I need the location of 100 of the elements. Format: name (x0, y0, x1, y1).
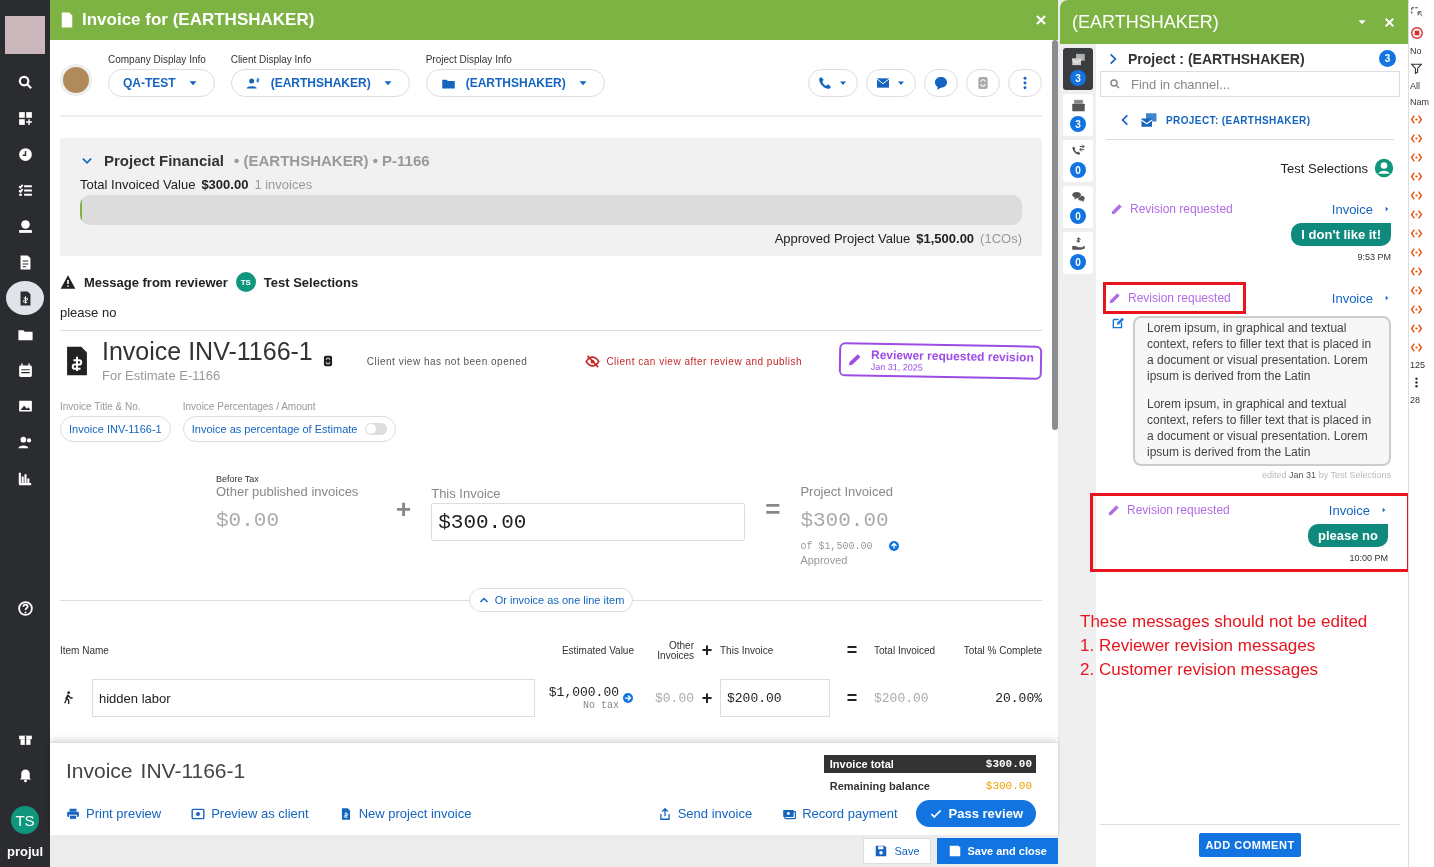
plus-sign: + (396, 494, 412, 525)
section-subtitle: • (EARTHSHAKER) • P-1166 (234, 152, 430, 169)
amount-field[interactable]: $300.00 (431, 503, 746, 541)
mail-icon (875, 75, 891, 91)
table-cell-text: 20.00% (994, 690, 1042, 706)
pencil-icon (1107, 503, 1121, 517)
item-name-field[interactable]: hidden labor (92, 679, 535, 717)
approved-note: (1COs) (980, 231, 1022, 246)
apply-button[interactable] (622, 692, 634, 704)
code-icon (1410, 322, 1423, 335)
view-status: Client view has not been opened (366, 355, 528, 367)
action-link[interactable]: Record payment (782, 806, 898, 821)
help-icon (16, 599, 34, 617)
toggle-switch[interactable] (365, 423, 388, 435)
calendar-icon (16, 361, 34, 379)
channel-tab[interactable]: 0 (1063, 186, 1093, 228)
invoice-link[interactable]: Invoice (1328, 502, 1388, 518)
strip-text: Nam (1410, 97, 1429, 107)
total-label: Total Invoiced Value (80, 177, 196, 192)
channel-tab[interactable]: 3 (1063, 48, 1093, 90)
invoice-link[interactable]: Invoice (1331, 201, 1391, 217)
invoice-number: INV-1166-1 (140, 759, 246, 784)
field-label: Invoice Title & No. (60, 401, 142, 412)
photo-placeholder (60, 64, 92, 96)
clock-icon (16, 145, 34, 163)
pass-review-button[interactable]: Pass review (915, 800, 1036, 827)
chat-icon (933, 75, 949, 91)
total-value: $300.00 (800, 509, 890, 532)
close-icon (1383, 15, 1396, 29)
table-cell-text: $200.00 (874, 690, 930, 706)
tax-note: No tax (583, 700, 619, 711)
revision-label: Revision requested (1130, 202, 1233, 216)
user-avatar[interactable]: TS (11, 806, 39, 834)
phone-button[interactable] (808, 69, 858, 97)
save-button[interactable]: Save (863, 838, 931, 864)
total-value: $300.00 (956, 755, 1036, 773)
channel-tab[interactable]: 0 (1063, 232, 1093, 274)
field-label: Invoice Percentages / Amount (182, 401, 317, 412)
approved-total: of $1,500.00 (800, 540, 873, 552)
code-icon (1410, 151, 1423, 164)
user-avatar-icon (1374, 158, 1394, 178)
table-cell-text: $0.00 (654, 690, 694, 706)
breadcrumb: PROJECT: (EARTHSHAKER) (1166, 114, 1311, 126)
column-header: Total % Complete (962, 645, 1042, 656)
message-card: Lorem ipsum, in graphical and textual context, refers to filler text that is placed in a document or visual presentation. Lorem ipsum is derived from the Latin Lorem ipsum, in graphical and textual context, refers to filler text that is placed in a document or visual presentation. Lorem ipsum is derived from the Latin (1133, 316, 1391, 466)
other-label: Other published invoices (216, 484, 360, 499)
invoice-title: Invoice INV-1166-1 (102, 339, 313, 364)
line-item-toggle[interactable]: Or invoice as one line item (468, 588, 634, 612)
channel-tab[interactable]: 3 (1063, 94, 1093, 136)
equals-sign: = (765, 494, 781, 525)
avatar-placeholder (5, 16, 45, 54)
add-comment-button[interactable]: ADD COMMENT (1199, 833, 1301, 857)
email-button[interactable] (866, 69, 916, 97)
preview-icon (191, 806, 206, 821)
column-header: Total Invoiced (874, 645, 937, 656)
code-icon (1410, 303, 1423, 316)
action-link[interactable]: Print preview (66, 806, 162, 821)
sync-icon (975, 75, 991, 91)
invoice-subtitle: For Estimate E-1166 (102, 368, 222, 383)
invoice-count: 1 invoices (254, 177, 313, 192)
strip-text: All (1410, 81, 1420, 91)
sidebar-item[interactable] (6, 281, 44, 315)
channel-tab[interactable]: 0 (1063, 140, 1093, 182)
code-icon (1410, 189, 1423, 202)
chat-button[interactable] (924, 69, 958, 97)
amount-field[interactable]: $200.00 (720, 679, 830, 717)
action-link[interactable]: Send invoice (657, 806, 753, 821)
display-info-dropdown[interactable]: QA-TEST (108, 69, 215, 97)
stop-icon (1410, 26, 1424, 40)
logo: projul (6, 844, 44, 859)
expand-button[interactable] (888, 540, 901, 552)
total-label: Project Invoiced (800, 484, 894, 499)
action-link[interactable]: New project invoice (338, 806, 472, 821)
share-icon (657, 806, 672, 821)
column-header: Estimated Value (560, 645, 634, 656)
panel-title: (EARTHSHAKER) (1072, 11, 1220, 33)
code-icon (1410, 246, 1423, 259)
code-icon (1410, 113, 1423, 126)
field-label: Company Display Info (108, 54, 207, 65)
invoice-link[interactable]: Invoice (1331, 290, 1391, 306)
reviewer-name: Test Selections (263, 274, 359, 290)
message-bubble: please no (1308, 524, 1388, 547)
revision-stamp: Reviewer requested revision Jan 31, 2025 (838, 342, 1043, 380)
code-icon (1410, 132, 1423, 145)
display-info-dropdown[interactable]: (EARTHSHAKER) (230, 69, 410, 97)
search-field[interactable]: Find in channel... (1100, 71, 1400, 97)
save-and-close-button[interactable]: Save and close (936, 838, 1058, 864)
display-info-dropdown[interactable]: (EARTHSHAKER) (425, 69, 605, 97)
action-link[interactable]: Preview as client (191, 806, 309, 821)
search-icon (16, 73, 34, 91)
client-icon (245, 75, 261, 91)
code-icon (1410, 265, 1423, 278)
total-value: $300.00 (201, 177, 249, 192)
phone-icon (817, 75, 833, 91)
code-icon (1410, 208, 1423, 221)
hidden-icon (585, 353, 601, 369)
warning-icon (60, 274, 76, 290)
message-bubble: I don't like it! (1291, 223, 1391, 246)
strip-text: No (1410, 46, 1422, 56)
edit-button[interactable] (1111, 316, 1125, 330)
